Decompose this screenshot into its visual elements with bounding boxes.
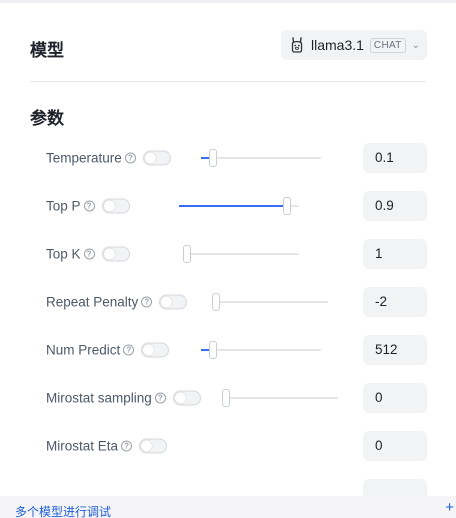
slider-thumb[interactable] xyxy=(209,341,217,359)
slider-thumb[interactable] xyxy=(209,149,217,167)
params-section-title: 参数 xyxy=(30,109,64,129)
model-type-badge: CHAT xyxy=(369,37,406,53)
model-section-title: 模型 xyxy=(30,41,64,61)
param-row-mirostat-eta: Mirostat Eta ? 0 xyxy=(0,422,456,470)
param-row-num-predict: Num Predict ? 512 xyxy=(0,326,456,374)
param-value-input[interactable]: 1 xyxy=(363,239,427,269)
param-value-input[interactable]: 0 xyxy=(363,431,427,461)
param-value-input[interactable]: 0 xyxy=(363,383,427,413)
param-label: Repeat Penalty xyxy=(46,294,139,310)
selected-model-name: llama3.1 xyxy=(311,37,364,53)
help-icon[interactable]: ? xyxy=(83,248,95,260)
top-divider xyxy=(0,0,456,3)
param-row-temperature: Temperature ? 0.1 xyxy=(0,134,456,182)
slider-thumb[interactable] xyxy=(222,389,230,407)
section-divider xyxy=(30,81,426,82)
param-row-top-p: Top P ? 0.9 xyxy=(0,182,456,230)
param-value-input[interactable]: 0.1 xyxy=(363,143,427,173)
param-toggle[interactable] xyxy=(101,246,130,262)
plus-icon[interactable]: + xyxy=(445,499,454,516)
slider-fill xyxy=(179,205,287,207)
param-label: Num Predict xyxy=(46,342,121,358)
param-slider[interactable] xyxy=(212,293,328,311)
slider-thumb[interactable] xyxy=(283,197,291,215)
param-toggle[interactable] xyxy=(172,390,201,406)
settings-panel: 模型 llama3.1 CHAT ⌄ 参数 Temperature ? 0.1 … xyxy=(0,0,456,496)
help-icon[interactable]: ? xyxy=(124,152,136,164)
param-label: Mirostat Eta xyxy=(46,438,119,454)
param-toggle[interactable] xyxy=(139,438,168,454)
param-label: Mirostat sampling xyxy=(46,390,152,406)
chevron-down-icon: ⌄ xyxy=(411,39,420,51)
param-slider[interactable] xyxy=(201,149,321,167)
param-row-repeat-penalty: Repeat Penalty ? -2 xyxy=(0,278,456,326)
param-slider[interactable] xyxy=(179,197,299,215)
param-slider[interactable] xyxy=(201,341,321,359)
param-label: Top P xyxy=(46,198,81,214)
param-toggle[interactable] xyxy=(159,294,188,310)
param-label: Temperature xyxy=(46,150,122,166)
slider-thumb[interactable] xyxy=(212,293,220,311)
llama-icon xyxy=(291,37,303,53)
help-icon[interactable]: ? xyxy=(121,440,133,452)
param-value-input[interactable]: -2 xyxy=(363,287,427,317)
slider-thumb[interactable] xyxy=(183,245,191,263)
param-toggle[interactable] xyxy=(101,198,130,214)
param-value-input[interactable]: 512 xyxy=(363,335,427,365)
help-icon[interactable]: ? xyxy=(154,392,166,404)
model-select[interactable]: llama3.1 CHAT ⌄ xyxy=(281,30,427,60)
param-toggle[interactable] xyxy=(141,342,170,358)
help-icon[interactable]: ? xyxy=(83,200,95,212)
help-icon[interactable]: ? xyxy=(123,344,135,356)
param-label: Top K xyxy=(46,246,81,262)
param-value-input[interactable]: 0.9 xyxy=(363,191,427,221)
param-row-top-k: Top K ? 1 xyxy=(0,230,456,278)
param-value-input-partial[interactable] xyxy=(363,479,427,496)
help-icon[interactable]: ? xyxy=(141,296,153,308)
param-row-mirostat-sampling: Mirostat sampling ? 0 xyxy=(0,374,456,422)
param-slider[interactable] xyxy=(222,389,338,407)
multi-model-debug-link[interactable]: 多个模型进行调试 xyxy=(15,503,111,518)
footer-bar: 多个模型进行调试 + xyxy=(0,496,456,518)
param-toggle[interactable] xyxy=(142,150,171,166)
param-slider[interactable] xyxy=(183,245,299,263)
